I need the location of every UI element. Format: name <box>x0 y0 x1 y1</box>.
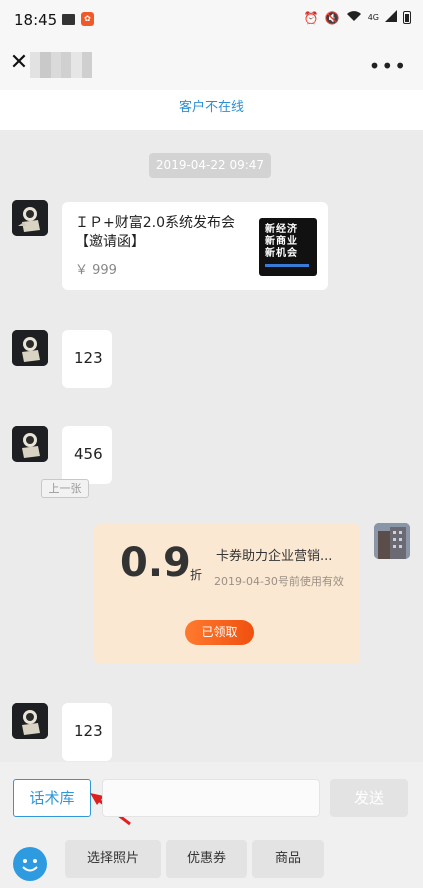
coupon-card[interactable]: 0.9 折 卡券助力企业营销... 2019-04-30号前使用有效 已领取 <box>94 524 360 664</box>
coupon-validity: 2019-04-30号前使用有效 <box>214 575 344 588</box>
product-title: ＩＰ+财富2.0系统发布会【邀请函】 <box>75 215 235 250</box>
message-text: 123 <box>74 722 103 740</box>
battery-icon <box>403 11 411 24</box>
customer-avatar[interactable] <box>12 330 48 366</box>
redacted-title <box>30 52 92 78</box>
signal-icon <box>385 10 397 25</box>
message-input[interactable] <box>102 779 320 817</box>
product-price: ￥ 999 <box>75 263 117 278</box>
script-library-button[interactable]: 话术库 <box>13 779 91 817</box>
status-bar: 18:45 ✿ ⏰ 🔇 4G <box>0 0 423 40</box>
message-bubble[interactable]: 123 <box>62 330 112 388</box>
network-type: 4G <box>367 13 379 22</box>
select-photo-button[interactable]: 选择照片 <box>65 840 161 878</box>
coupon-discount: 0.9 <box>120 540 191 586</box>
message-bubble[interactable]: 123 <box>62 703 112 761</box>
coupon-unit: 折 <box>190 568 203 582</box>
gallery-icon <box>62 14 75 25</box>
thumbnail-text: 新经济 新商业 新机会 <box>265 224 298 259</box>
message-text: 123 <box>74 349 103 367</box>
status-time: 18:45 <box>14 11 58 29</box>
product-thumbnail: 新经济 新商业 新机会 <box>259 218 317 276</box>
product-button[interactable]: 商品 <box>252 840 324 878</box>
coupon-title: 卡券助力企业营销... <box>216 549 333 564</box>
previous-image-label[interactable]: 上一张 <box>41 479 89 498</box>
coupon-claimed-button[interactable]: 已领取 <box>185 620 254 645</box>
more-icon[interactable]: ••• <box>369 54 407 78</box>
status-icons: ⏰ 🔇 4G <box>304 10 411 25</box>
customer-avatar[interactable] <box>12 200 48 236</box>
input-area: 话术库 发送 选择照片 优惠券 商品 <box>0 762 423 888</box>
chat-header: ✕ ••• <box>0 40 423 90</box>
message-text: 456 <box>74 445 103 463</box>
customer-avatar[interactable] <box>12 703 48 739</box>
app-notification-icon: ✿ <box>81 12 94 26</box>
product-card-message[interactable]: ＩＰ+财富2.0系统发布会【邀请函】 ￥ 999 新经济 新商业 新机会 <box>62 202 328 290</box>
wifi-icon <box>346 10 362 25</box>
customer-avatar[interactable] <box>12 426 48 462</box>
offline-banner: 客户不在线 <box>0 90 423 130</box>
mute-icon: 🔇 <box>324 10 340 25</box>
emoji-icon[interactable] <box>13 847 47 881</box>
message-timestamp: 2019-04-22 09:47 <box>149 153 271 178</box>
close-icon[interactable]: ✕ <box>8 52 30 74</box>
alarm-icon: ⏰ <box>303 10 319 25</box>
message-bubble[interactable]: 456 <box>62 426 112 484</box>
coupon-button[interactable]: 优惠券 <box>166 840 247 878</box>
agent-avatar[interactable] <box>374 523 410 559</box>
send-button[interactable]: 发送 <box>330 779 408 817</box>
